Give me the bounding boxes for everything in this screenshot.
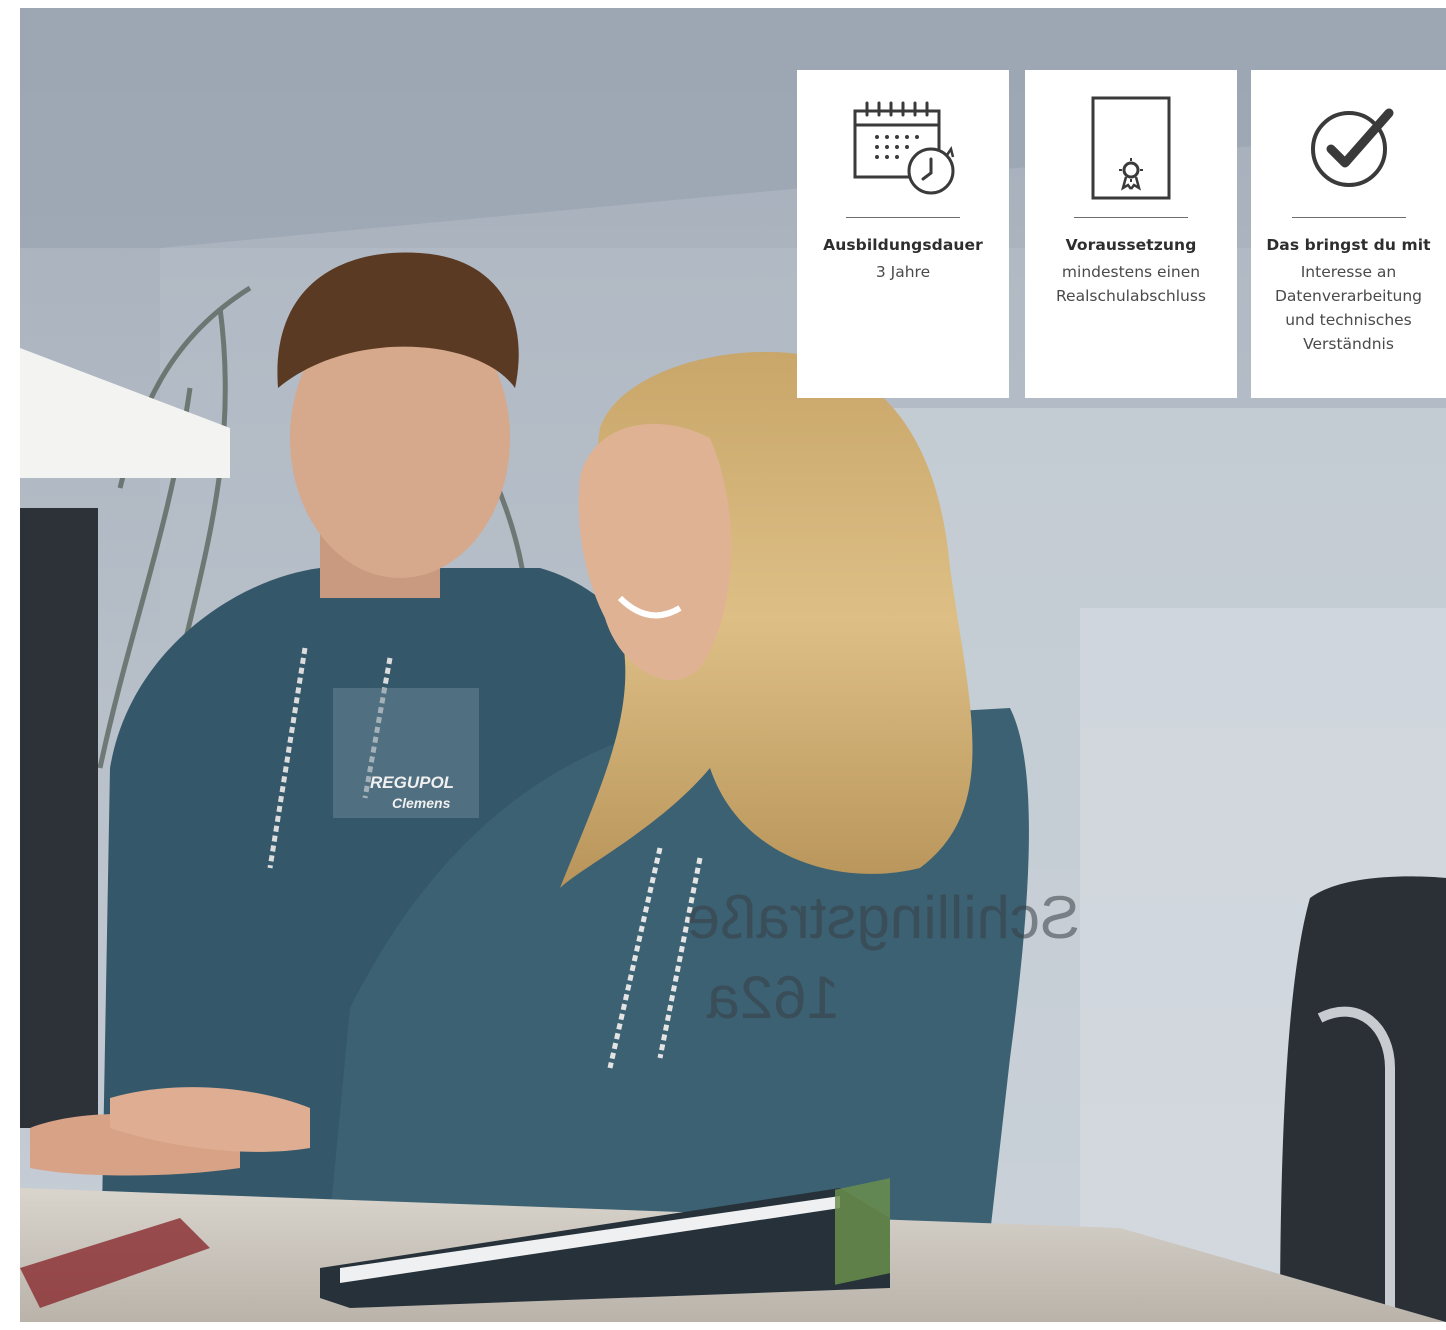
certificate-icon [1091, 96, 1171, 200]
check-circle-icon [1310, 108, 1393, 187]
card-divider [1291, 217, 1406, 218]
card-title: Voraussetzung [1065, 236, 1197, 254]
glass-lettering-number: 162a [706, 964, 840, 1031]
card-skills: Das bringst du mit Interesse an Datenver… [1251, 70, 1446, 398]
glass-lettering-street: Schillingstraße [687, 884, 1081, 951]
binder-spine-label [835, 1178, 890, 1285]
badge-name: Clemens [392, 795, 451, 811]
card-duration: Ausbildungsdauer 3 Jahre [797, 70, 1009, 398]
card-requirement: Voraussetzung mindestens einen Realschul… [1025, 70, 1237, 398]
card-text: 3 Jahre [875, 263, 931, 281]
card-title: Das bringst du mit [1266, 236, 1431, 254]
card-title: Ausbildungsdauer [823, 236, 983, 254]
monitor [20, 508, 98, 1128]
card-divider [1074, 217, 1188, 218]
office-chair [1280, 876, 1446, 1322]
card-text: mindestens einen Realschulabschluss [1055, 263, 1206, 305]
badge-brand: REGUPOL [370, 773, 454, 792]
calendar-clock-icon [853, 101, 955, 195]
card-divider [846, 217, 960, 218]
card-text: Interesse an Datenverarbeitung und techn… [1274, 263, 1423, 353]
